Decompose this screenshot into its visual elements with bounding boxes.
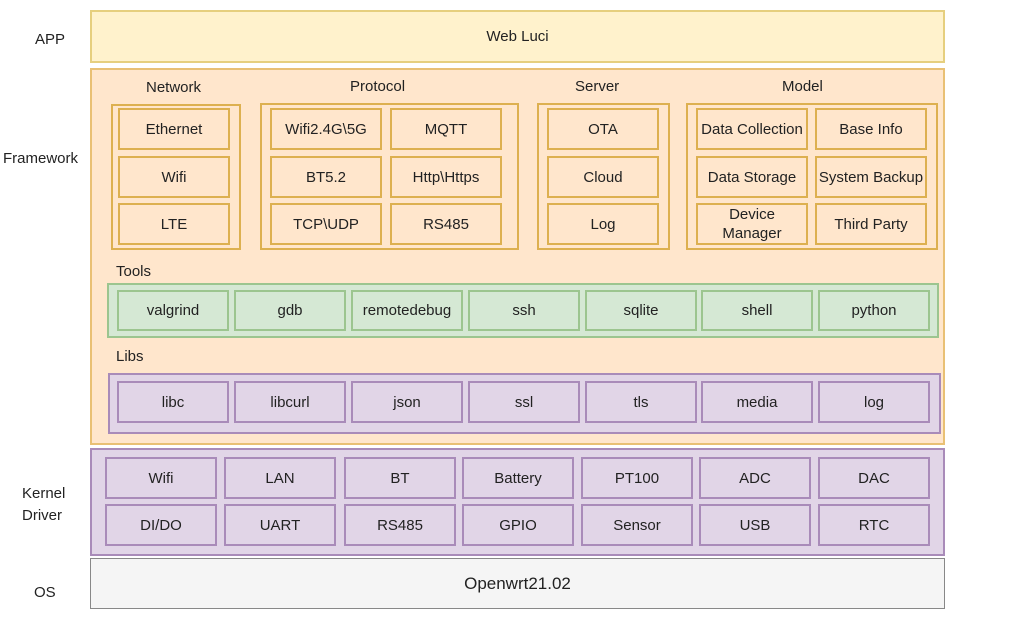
- driver-item-di-do: DI/DO: [105, 504, 217, 546]
- lib-item-media: media: [701, 381, 813, 423]
- driver-item-dac: DAC: [818, 457, 930, 499]
- model-title: Model: [782, 78, 823, 95]
- protocol-title: Protocol: [350, 78, 406, 95]
- driver-item-gpio: GPIO: [462, 504, 574, 546]
- server-item-log: Log: [547, 203, 659, 245]
- layer-label-os: OS: [34, 584, 56, 601]
- protocol-item-rs485: RS485: [390, 203, 502, 245]
- libs-title: Libs: [116, 348, 144, 365]
- driver-item-bt: BT: [344, 457, 456, 499]
- model-item-data-storage: Data Storage: [696, 156, 808, 198]
- protocol-item-http-https: Http\Https: [390, 156, 502, 198]
- tool-item-valgrind: valgrind: [117, 290, 229, 331]
- model-item-data-collection: Data Collection: [696, 108, 808, 150]
- tool-item-shell: shell: [701, 290, 813, 331]
- tools-title: Tools: [116, 263, 152, 280]
- protocol-item-tcp-udp: TCP\UDP: [270, 203, 382, 245]
- tool-item-python: python: [818, 290, 930, 331]
- driver-item-sensor: Sensor: [581, 504, 693, 546]
- network-item-lte: LTE: [118, 203, 230, 245]
- network-title: Network: [146, 79, 202, 96]
- tool-item-ssh: ssh: [468, 290, 580, 331]
- tool-item-sqlite: sqlite: [585, 290, 697, 331]
- driver-item-battery: Battery: [462, 457, 574, 499]
- driver-item-wifi: Wifi: [105, 457, 217, 499]
- layer-label-kernel: Kernel: [22, 485, 66, 502]
- network-item-ethernet: Ethernet: [118, 108, 230, 150]
- protocol-item-wifi2-4g-5g: Wifi2.4G\5G: [270, 108, 382, 150]
- server-item-ota: OTA: [547, 108, 659, 150]
- model-item-system-backup: System Backup: [815, 156, 927, 198]
- model-item-base-info: Base Info: [815, 108, 927, 150]
- app-web-luci-box: Web Luci: [90, 10, 945, 63]
- server-item-cloud: Cloud: [547, 156, 659, 198]
- server-title: Server: [575, 78, 620, 95]
- lib-item-libcurl: libcurl: [234, 381, 346, 423]
- layer-label-framework: Framework: [3, 150, 79, 167]
- model-item-device-manager: Device Manager: [696, 203, 808, 245]
- model-item-third-party: Third Party: [815, 203, 927, 245]
- network-item-wifi: Wifi: [118, 156, 230, 198]
- tool-item-gdb: gdb: [234, 290, 346, 331]
- lib-item-json: json: [351, 381, 463, 423]
- driver-item-rtc: RTC: [818, 504, 930, 546]
- lib-item-libc: libc: [117, 381, 229, 423]
- protocol-item-bt5-2: BT5.2: [270, 156, 382, 198]
- lib-item-log: log: [818, 381, 930, 423]
- os-openwrt-box: Openwrt21.02: [90, 558, 945, 609]
- protocol-item-mqtt: MQTT: [390, 108, 502, 150]
- driver-item-adc: ADC: [699, 457, 811, 499]
- layer-label-driver: Driver: [22, 507, 62, 524]
- driver-item-lan: LAN: [224, 457, 336, 499]
- driver-item-pt100: PT100: [581, 457, 693, 499]
- layer-label-app: APP: [35, 31, 66, 48]
- lib-item-tls: tls: [585, 381, 697, 423]
- lib-item-ssl: ssl: [468, 381, 580, 423]
- driver-item-usb: USB: [699, 504, 811, 546]
- driver-item-uart: UART: [224, 504, 336, 546]
- driver-item-rs485: RS485: [344, 504, 456, 546]
- tool-item-remotedebug: remotedebug: [351, 290, 463, 331]
